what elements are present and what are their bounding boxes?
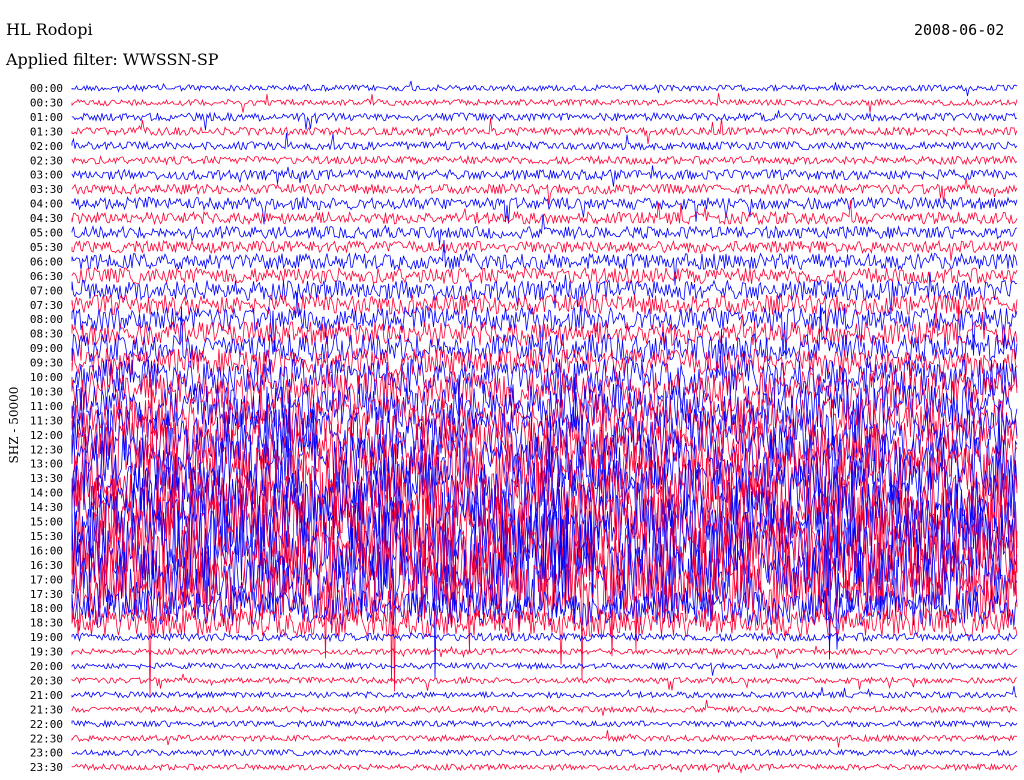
- row-time-label: 19:00: [30, 631, 63, 644]
- row-time-label: 16:00: [30, 544, 63, 557]
- row-time-label: 12:00: [30, 429, 63, 442]
- trace-1930: [71, 645, 1018, 659]
- trace-0100: [71, 110, 1018, 131]
- row-time-label: 16:30: [30, 559, 63, 572]
- row-time-label: 07:30: [30, 299, 63, 312]
- row-time-label: 08:30: [30, 328, 63, 341]
- trace-0030: [71, 93, 1018, 113]
- row-time-label: 13:30: [30, 472, 63, 485]
- row-time-label: 15:00: [30, 516, 63, 529]
- row-time-label: 21:30: [30, 703, 63, 716]
- row-time-label: 15:30: [30, 530, 63, 543]
- row-time-label: 01:30: [30, 125, 63, 138]
- row-time-label: 18:00: [30, 602, 63, 615]
- row-time-label: 14:00: [30, 487, 63, 500]
- row-time-label: 00:00: [30, 82, 63, 95]
- row-time-label: 02:00: [30, 140, 63, 153]
- row-time-label: 01:00: [30, 111, 63, 124]
- trace-0230: [71, 154, 1018, 166]
- row-time-label: 04:30: [30, 212, 63, 225]
- row-time-label: 10:00: [30, 371, 63, 384]
- trace-1900: [71, 631, 1018, 643]
- row-time-label: 09:30: [30, 357, 63, 370]
- row-time-label: 02:30: [30, 154, 63, 167]
- row-time-label: 20:30: [30, 674, 63, 687]
- trace-0700: [71, 271, 1018, 315]
- trace-2300: [71, 748, 1018, 758]
- row-time-label: 11:30: [30, 414, 63, 427]
- trace-2100: [71, 685, 1018, 700]
- row-time-label: 18:30: [30, 617, 63, 630]
- row-time-label: 13:00: [30, 458, 63, 471]
- trace-2030: [71, 673, 1018, 691]
- row-time-label: 09:00: [30, 342, 63, 355]
- row-time-label: 06:00: [30, 255, 63, 268]
- row-time-label: 12:30: [30, 443, 63, 456]
- row-time-label: 14:30: [30, 501, 63, 514]
- trace-2230: [71, 730, 1018, 748]
- row-time-label: 05:30: [30, 241, 63, 254]
- helicorder-plot: 00:0000:30 01:0001:30 02:0002:30 03:0003:30…: [30, 80, 1018, 774]
- row-time-label: 20:00: [30, 660, 63, 673]
- trace-0000: [71, 80, 1018, 97]
- row-time-label: 23:30: [30, 761, 63, 774]
- trace-2000: [71, 661, 1018, 676]
- row-time-label: 21:00: [30, 689, 63, 702]
- trace-2200: [71, 719, 1018, 729]
- row-time-label: 23:00: [30, 747, 63, 760]
- row-time-label: 07:00: [30, 284, 63, 297]
- trace-1830: [71, 585, 1018, 665]
- row-time-label: 17:30: [30, 588, 63, 601]
- trace-0300: [71, 165, 1018, 187]
- row-time-label: 22:00: [30, 718, 63, 731]
- trace-2330: [71, 761, 1018, 774]
- row-time-label: 22:30: [30, 732, 63, 745]
- trace-0130: [71, 117, 1018, 144]
- row-time-label: 00:30: [30, 96, 63, 109]
- row-time-label: 04:00: [30, 198, 63, 211]
- row-time-label: 06:30: [30, 270, 63, 283]
- row-time-label: 19:30: [30, 646, 63, 659]
- row-time-label: 03:30: [30, 183, 63, 196]
- row-time-label: 08:00: [30, 313, 63, 326]
- trace-0630: [71, 266, 1018, 285]
- trace-0200: [71, 132, 1018, 151]
- row-time-label: 10:30: [30, 385, 63, 398]
- row-time-label: 03:00: [30, 169, 63, 182]
- row-time-label: 17:00: [30, 573, 63, 586]
- row-time-label: 11:00: [30, 400, 63, 413]
- row-time-label: 05:00: [30, 227, 63, 240]
- trace-2130: [71, 699, 1018, 716]
